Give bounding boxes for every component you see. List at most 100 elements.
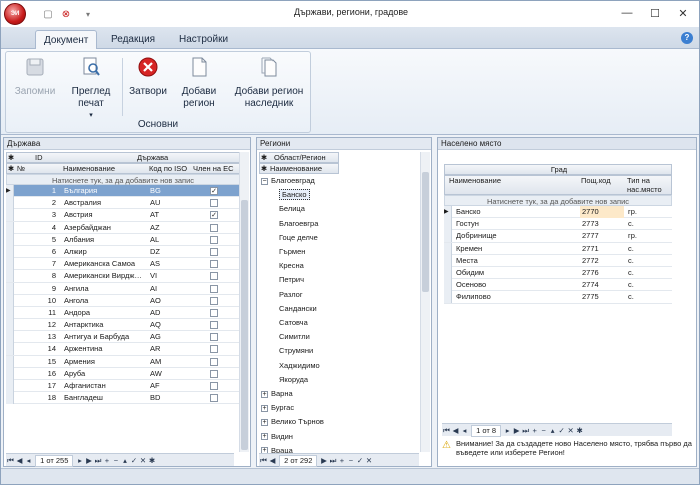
tree-child-item[interactable]: Банско bbox=[261, 188, 310, 202]
tab-settings[interactable]: Настройки bbox=[171, 30, 236, 49]
table-row[interactable]: 17 Афганистан AF bbox=[6, 380, 240, 393]
row-indicator[interactable] bbox=[6, 245, 14, 258]
row-indicator[interactable]: ▶ bbox=[6, 185, 14, 197]
tree-child-item[interactable]: Симитли bbox=[261, 330, 310, 344]
table-row[interactable]: 14 Аржентина AR bbox=[6, 343, 240, 356]
countries-scroll-thumb[interactable] bbox=[241, 200, 248, 450]
eu-checkbox[interactable] bbox=[210, 235, 218, 244]
regions-scrollbar[interactable] bbox=[420, 152, 430, 452]
table-row[interactable]: Осеново 2774 с. bbox=[444, 279, 672, 292]
confirm-icon[interactable]: ✓ bbox=[355, 454, 364, 467]
row-indicator[interactable] bbox=[444, 291, 452, 304]
eu-checkbox[interactable] bbox=[210, 223, 218, 232]
tab-document[interactable]: Документ bbox=[35, 30, 98, 49]
add-record-icon[interactable]: + bbox=[530, 424, 539, 437]
eu-checkbox[interactable] bbox=[210, 296, 218, 305]
eu-checkbox[interactable] bbox=[210, 272, 218, 281]
tree-node-collapsed[interactable]: + Видин bbox=[261, 430, 293, 444]
table-row[interactable]: ▶ 1 България BG ✓ bbox=[6, 185, 240, 198]
eu-checkbox[interactable] bbox=[210, 308, 218, 317]
first-page-icon[interactable]: ⏮ bbox=[6, 454, 15, 467]
eu-checkbox[interactable] bbox=[210, 382, 218, 390]
tree-node-collapsed[interactable]: + Бургас bbox=[261, 401, 294, 415]
add-region-button[interactable]: Добави регион bbox=[174, 56, 224, 110]
eu-checkbox[interactable] bbox=[210, 321, 218, 330]
row-indicator[interactable] bbox=[6, 233, 14, 246]
delete-record-icon[interactable]: − bbox=[539, 424, 548, 437]
prev-icon[interactable]: ◂ bbox=[460, 424, 469, 437]
eu-checkbox[interactable] bbox=[210, 199, 218, 208]
table-row[interactable]: ▶ Банско 2770 гр. bbox=[444, 206, 672, 219]
prev-page-icon[interactable]: ◀ bbox=[268, 454, 277, 467]
add-child-region-button[interactable]: Добави регион наследник bbox=[228, 56, 310, 110]
prev-page-icon[interactable]: ◀ bbox=[15, 454, 24, 467]
tree-child-item[interactable]: Сандански bbox=[261, 302, 317, 316]
tree-child-item[interactable]: Якоруда bbox=[261, 373, 308, 387]
tree-child-item[interactable]: Благоевгра bbox=[261, 217, 318, 231]
tree-child-item[interactable]: Гърмен bbox=[261, 245, 305, 259]
cancel-icon[interactable]: ✕ bbox=[566, 424, 575, 437]
countries-new-row[interactable]: Натиснете тук, за да добавите нов запис bbox=[6, 174, 240, 185]
row-indicator[interactable] bbox=[6, 294, 14, 307]
regions-scroll-thumb[interactable] bbox=[422, 172, 429, 292]
delete-record-icon[interactable]: − bbox=[111, 454, 120, 467]
confirm-icon[interactable]: ✓ bbox=[129, 454, 138, 467]
eu-checkbox[interactable] bbox=[210, 369, 218, 378]
table-row[interactable]: 18 Бангладеш BD bbox=[6, 392, 240, 405]
table-row[interactable]: Филипово 2775 с. bbox=[444, 291, 672, 304]
last-page-icon[interactable]: ⏭ bbox=[93, 454, 102, 467]
row-indicator[interactable] bbox=[6, 197, 14, 210]
filter-icon[interactable]: ✱ bbox=[147, 454, 156, 467]
eu-checkbox[interactable] bbox=[210, 247, 218, 256]
table-row[interactable]: 16 Аруба AW bbox=[6, 367, 240, 380]
expand-icon[interactable]: + bbox=[261, 390, 268, 398]
table-row[interactable]: 3 Австрия AT ✓ bbox=[6, 209, 240, 222]
eu-checkbox[interactable] bbox=[210, 357, 218, 366]
col-region-name[interactable]: Наименование bbox=[270, 164, 322, 174]
first-page-icon[interactable]: ⏮ bbox=[259, 454, 268, 467]
table-row[interactable]: Места 2772 с. bbox=[444, 254, 672, 267]
delete-record-icon[interactable]: − bbox=[346, 454, 355, 467]
minimize-button[interactable]: — bbox=[615, 4, 639, 22]
tree-node-collapsed[interactable]: + Варна bbox=[261, 387, 293, 401]
row-indicator[interactable]: ▶ bbox=[444, 206, 452, 218]
table-row[interactable]: Добринище 2777 гр. bbox=[444, 230, 672, 243]
eu-checkbox[interactable] bbox=[210, 260, 218, 269]
row-indicator[interactable] bbox=[6, 282, 14, 295]
edit-record-icon[interactable]: ▴ bbox=[548, 424, 557, 437]
row-indicator[interactable] bbox=[6, 270, 14, 283]
tree-child-item[interactable]: Струмяни bbox=[261, 344, 313, 358]
app-menu-orb[interactable]: ЭИ bbox=[4, 3, 26, 25]
eu-checkbox[interactable] bbox=[210, 345, 218, 354]
table-row[interactable]: 13 Антигуа и Барбуда AG bbox=[6, 331, 240, 344]
tree-child-item[interactable]: Петрич bbox=[261, 273, 304, 287]
last-page-icon[interactable]: ⏭ bbox=[328, 454, 337, 467]
tree-child-item[interactable]: Гоце делче bbox=[261, 231, 318, 245]
tree-child-item[interactable]: Хаджидимо bbox=[261, 359, 320, 373]
tab-edit[interactable]: Редакция bbox=[103, 30, 163, 49]
row-indicator[interactable] bbox=[6, 209, 14, 222]
col-id[interactable]: ID bbox=[35, 153, 43, 163]
row-indicator[interactable] bbox=[444, 218, 452, 231]
close-button[interactable]: Затвори bbox=[126, 56, 170, 98]
row-indicator[interactable] bbox=[6, 380, 14, 392]
col-region[interactable]: Област/Регион bbox=[274, 153, 326, 163]
tree-child-item[interactable]: Сатовча bbox=[261, 316, 308, 330]
eu-checkbox[interactable] bbox=[210, 333, 218, 342]
next-icon[interactable]: ▸ bbox=[503, 424, 512, 437]
table-row[interactable]: 8 Американски Вирдж… VI bbox=[6, 270, 240, 283]
qat-save-icon[interactable]: ▢ bbox=[41, 7, 55, 21]
edit-record-icon[interactable]: ▴ bbox=[120, 454, 129, 467]
countries-scrollbar[interactable] bbox=[239, 152, 249, 452]
row-indicator[interactable] bbox=[6, 367, 14, 380]
table-row[interactable]: Гостун 2773 с. bbox=[444, 218, 672, 231]
help-icon[interactable]: ? bbox=[681, 32, 693, 44]
collapse-icon[interactable]: − bbox=[261, 177, 268, 185]
table-row[interactable]: 7 Американска Самоа AS bbox=[6, 258, 240, 271]
maximize-button[interactable]: ☐ bbox=[643, 4, 667, 22]
col-place-type[interactable]: Тип на нас.място bbox=[627, 176, 671, 194]
tree-node-collapsed[interactable]: + Велико Търнов bbox=[261, 415, 324, 429]
last-page-icon[interactable]: ⏭ bbox=[521, 424, 530, 437]
filter-icon[interactable]: ✱ bbox=[575, 424, 584, 437]
row-indicator[interactable] bbox=[6, 221, 14, 234]
